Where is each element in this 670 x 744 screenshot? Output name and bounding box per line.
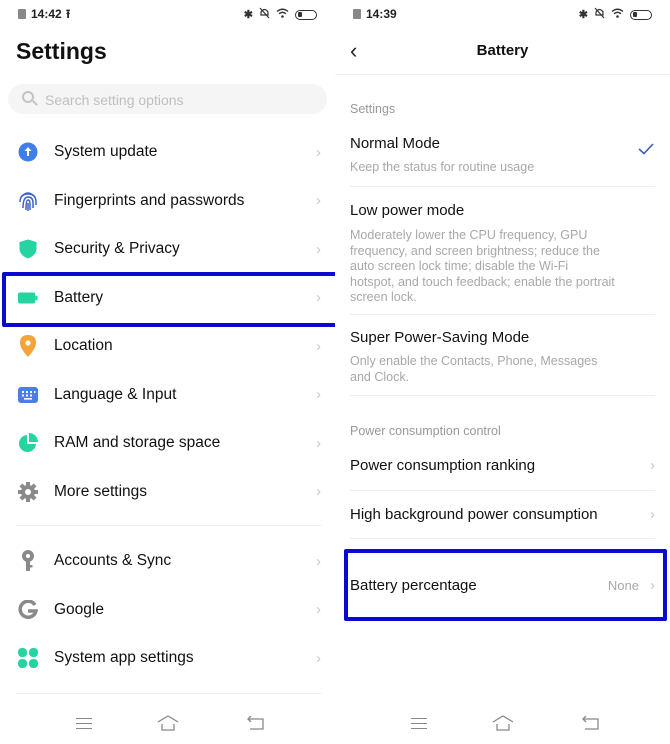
divider [16, 693, 321, 694]
divider [16, 525, 321, 526]
gear-icon [18, 481, 38, 502]
search-input[interactable]: Search setting options [8, 84, 327, 114]
mute-icon [259, 7, 270, 22]
chevron-right-icon: › [316, 192, 321, 210]
keyboard-icon [18, 385, 38, 405]
menu-item-label: Security & Privacy [54, 240, 180, 258]
row-label: High background power consumption [350, 506, 598, 523]
status-bar: 14:42 ⭱ ✱ [0, 0, 335, 28]
chevron-right-icon: › [316, 143, 321, 161]
section-label-settings: Settings [350, 102, 396, 116]
google-icon [18, 599, 38, 620]
home-button[interactable] [492, 715, 514, 731]
menu-item-label: RAM and storage space [54, 434, 221, 452]
chevron-right-icon: › [316, 386, 321, 404]
menu-item-ram-storage[interactable]: RAM and storage space › [0, 419, 335, 468]
divider [350, 490, 655, 491]
system-update-icon [18, 142, 38, 162]
menu-item-language-input[interactable]: Language & Input › [0, 371, 335, 420]
search-placeholder: Search setting options [45, 92, 184, 108]
divider [335, 74, 670, 75]
menu-item-security-privacy[interactable]: Security & Privacy › [0, 225, 335, 274]
search-icon [22, 91, 34, 103]
recent-apps-button[interactable] [411, 718, 427, 729]
page-title: Settings [16, 38, 107, 64]
mode-option-low-power[interactable]: Low power mode Moderately lower the CPU … [350, 202, 655, 306]
divider [350, 538, 655, 539]
menu-item-fingerprints[interactable]: Fingerprints and passwords › [0, 177, 335, 226]
divider [350, 314, 655, 315]
chevron-right-icon: › [316, 240, 321, 258]
back-button[interactable] [247, 715, 265, 730]
navigation-bar [335, 708, 670, 744]
chevron-right-icon: › [316, 649, 321, 667]
settings-menu-group-2: Accounts & Sync › Google › System app se… [0, 537, 335, 683]
chevron-right-icon: › [316, 483, 321, 501]
mode-option-normal[interactable]: Normal Mode Keep the status for routine … [350, 135, 655, 176]
page-title: Battery [476, 42, 529, 59]
chevron-right-icon: › [316, 434, 321, 452]
option-title: Super Power-Saving Mode [350, 329, 530, 346]
bluetooth-icon: ✱ [578, 9, 588, 21]
mute-icon [594, 7, 605, 22]
menu-item-label: More settings [54, 482, 148, 500]
bluetooth-icon: ✱ [243, 9, 253, 21]
row-high-background-power[interactable]: High background power consumption › [350, 506, 655, 523]
option-description: Only enable the Contacts, Phone, Message… [350, 354, 598, 384]
menu-item-label: Location [54, 337, 113, 355]
chevron-right-icon: › [316, 337, 321, 355]
divider [350, 186, 655, 187]
menu-item-location[interactable]: Location › [0, 322, 335, 371]
chevron-right-icon: › [316, 552, 321, 570]
option-title: Normal Mode [350, 135, 441, 152]
menu-item-label: Fingerprints and passwords [54, 191, 245, 209]
battery-status-icon [630, 9, 652, 20]
wifi-icon [276, 8, 289, 21]
menu-item-label: Language & Input [54, 385, 177, 403]
option-description: Keep the status for routine usage [350, 160, 535, 174]
row-power-consumption-ranking[interactable]: Power consumption ranking › [350, 457, 655, 474]
menu-item-google[interactable]: Google › [0, 586, 335, 635]
settings-screen: 14:42 ⭱ ✱ Settings Search setting option… [0, 0, 335, 744]
key-icon [18, 550, 38, 572]
battery-screen: 14:39 ✱ ‹ Battery Settings Normal Mode K… [335, 0, 670, 744]
checkmark-icon [638, 142, 654, 155]
menu-item-system-update[interactable]: System update › [0, 128, 335, 177]
menu-item-label: Accounts & Sync [54, 552, 172, 570]
section-label-power-consumption: Power consumption control [350, 424, 501, 438]
home-button[interactable] [157, 715, 179, 731]
option-title: Low power mode [350, 202, 465, 219]
chevron-right-icon: › [650, 506, 655, 523]
wifi-icon [611, 8, 624, 21]
recent-apps-button[interactable] [76, 718, 92, 729]
divider [350, 395, 655, 396]
sim-icon [18, 9, 26, 19]
highlight-box-battery-percentage [344, 549, 667, 621]
status-time: 14:42 [31, 7, 62, 21]
menu-item-accounts-sync[interactable]: Accounts & Sync › [0, 537, 335, 586]
upload-arrow-icon: ⭱ [66, 7, 71, 21]
menu-item-more-settings[interactable]: More settings › [0, 468, 335, 517]
menu-item-label: System update [54, 143, 158, 161]
menu-item-label: Google [54, 600, 104, 618]
apps-grid-icon [18, 648, 38, 669]
sim-icon [353, 9, 361, 19]
option-description: Moderately lower the CPU frequency, GPU … [350, 228, 615, 304]
shield-icon [18, 239, 38, 259]
row-label: Power consumption ranking [350, 457, 536, 474]
menu-item-system-app-settings[interactable]: System app settings › [0, 634, 335, 683]
fingerprint-icon [18, 191, 38, 211]
navigation-bar [0, 708, 335, 744]
status-time: 14:39 [366, 7, 397, 21]
mode-option-super-power-saving[interactable]: Super Power-Saving Mode Only enable the … [350, 329, 655, 385]
location-pin-icon [18, 335, 38, 358]
battery-status-icon [295, 9, 317, 20]
menu-item-label: System app settings [54, 649, 194, 667]
highlight-box-battery [2, 272, 335, 327]
pie-chart-icon [18, 433, 38, 453]
status-bar: 14:39 ✱ [335, 0, 670, 28]
back-button[interactable] [582, 715, 600, 730]
chevron-right-icon: › [316, 601, 321, 619]
chevron-right-icon: › [650, 457, 655, 474]
